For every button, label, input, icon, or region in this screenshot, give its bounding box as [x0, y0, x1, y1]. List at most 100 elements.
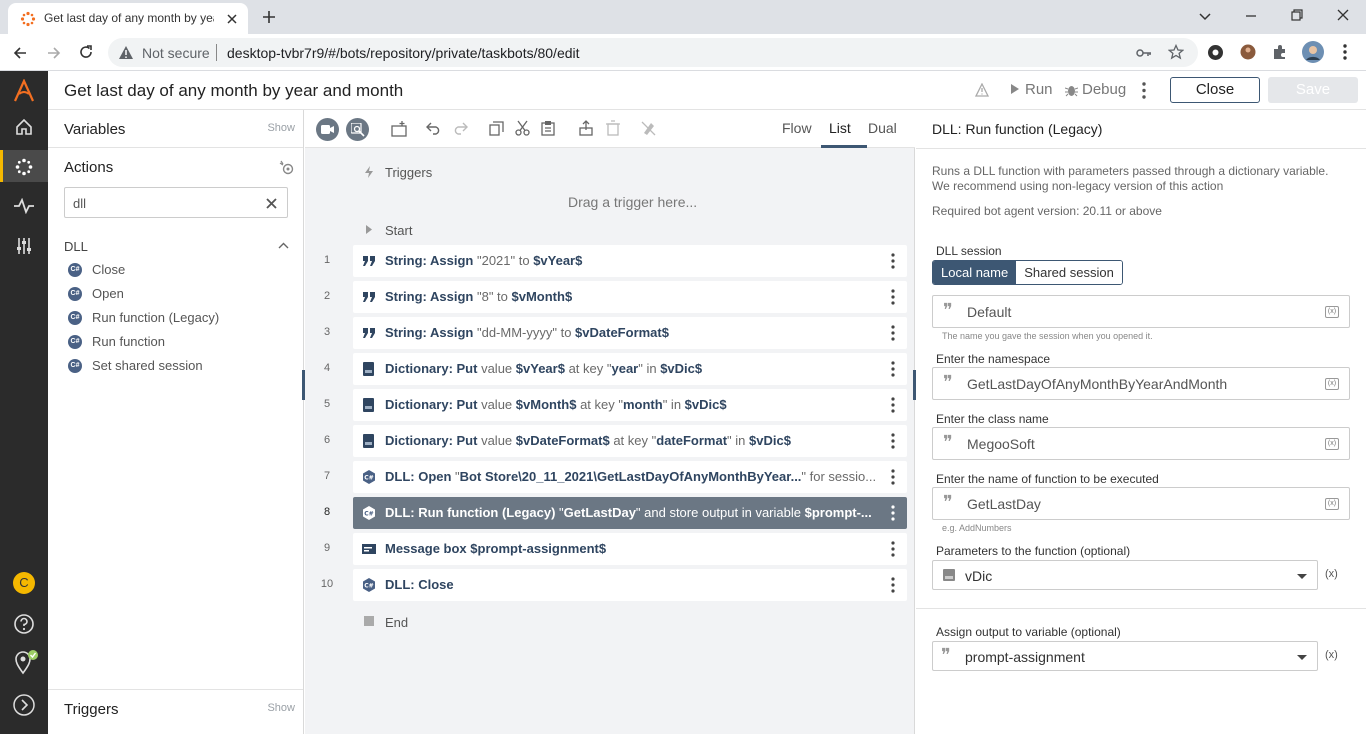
- extensions-puzzle-icon[interactable]: [1272, 44, 1288, 60]
- save-button[interactable]: Save: [1268, 77, 1358, 103]
- step-row[interactable]: 9 Message box $prompt-assignment$: [324, 533, 907, 565]
- variables-section-header[interactable]: Variables Show: [48, 110, 303, 148]
- extension-circle-icon[interactable]: [1207, 44, 1224, 61]
- step-text-plain: at key ": [609, 433, 657, 448]
- reload-icon[interactable]: [78, 44, 94, 60]
- delete-icon[interactable]: [606, 120, 620, 136]
- new-tab-icon[interactable]: [262, 10, 276, 24]
- step-number: 8: [323, 506, 331, 518]
- forward-icon[interactable]: [46, 45, 62, 61]
- cut-icon[interactable]: [515, 120, 530, 136]
- activity-icon[interactable]: [13, 198, 35, 214]
- record-button[interactable]: [316, 118, 339, 141]
- window-close-icon[interactable]: [1336, 8, 1350, 22]
- output-variable-select[interactable]: ❞ prompt-assignment: [932, 641, 1318, 671]
- expand-nav-icon[interactable]: [12, 693, 36, 717]
- step-number: 5: [323, 398, 331, 410]
- restore-icon[interactable]: [1290, 8, 1304, 22]
- dll-group-header[interactable]: DLL: [48, 236, 303, 256]
- key-icon[interactable]: [1136, 46, 1152, 60]
- location-check-icon[interactable]: [12, 649, 40, 675]
- step-menu-icon[interactable]: [891, 324, 895, 342]
- bots-icon[interactable]: [15, 158, 33, 176]
- step-row[interactable]: 5 Dictionary: Put value $vMonth$ at key "…: [324, 389, 907, 421]
- step-row[interactable]: 10 C# DLL: Close: [321, 569, 907, 601]
- step-menu-icon[interactable]: [891, 540, 895, 558]
- step-row[interactable]: 4 Dictionary: Put value $vYear$ at key "y…: [324, 353, 907, 385]
- warning-triangle-icon[interactable]: [975, 83, 989, 97]
- admin-sliders-icon[interactable]: [16, 237, 32, 255]
- step-row[interactable]: 1 String: Assign "2021" to $vYear$: [324, 245, 907, 277]
- parameters-select[interactable]: vDic: [932, 560, 1318, 590]
- svg-text:C#: C#: [364, 583, 373, 590]
- copy-icon[interactable]: [489, 121, 504, 136]
- close-button[interactable]: Close: [1170, 77, 1260, 103]
- more-options-icon[interactable]: [1142, 82, 1146, 99]
- browser-menu-icon[interactable]: [1343, 44, 1347, 60]
- tab-close-icon[interactable]: [226, 13, 238, 25]
- insert-variable-icon[interactable]: (x): [1325, 438, 1339, 450]
- dictionary-icon: [943, 569, 955, 581]
- local-name-option[interactable]: Local name: [933, 261, 1017, 284]
- variables-show-link[interactable]: Show: [267, 122, 295, 134]
- session-name-field[interactable]: ❞ Default (x): [932, 295, 1350, 328]
- url-text[interactable]: desktop-tvbr7r9/#/bots/repository/privat…: [227, 45, 580, 61]
- drag-trigger-placeholder[interactable]: Drag a trigger here...: [568, 194, 697, 210]
- back-icon[interactable]: [12, 45, 28, 61]
- warning-icon[interactable]: [118, 45, 134, 60]
- step-menu-icon[interactable]: [891, 576, 895, 594]
- tab-list[interactable]: List: [829, 120, 851, 136]
- chevron-down-icon[interactable]: [1198, 9, 1212, 23]
- insert-variable-button[interactable]: (x): [1325, 568, 1338, 580]
- step-row[interactable]: 6 Dictionary: Put value $vDateFormat$ at …: [324, 425, 907, 457]
- insert-variable-icon[interactable]: (x): [1325, 378, 1339, 390]
- step-row[interactable]: 3 String: Assign "dd-MM-yyyy" to $vDateFo…: [324, 317, 907, 349]
- debug-button[interactable]: Debug: [1065, 81, 1129, 101]
- triggers-section-header[interactable]: Triggers Show: [48, 689, 303, 734]
- divider: [916, 608, 1366, 609]
- bookmark-star-icon[interactable]: [1168, 44, 1184, 60]
- insert-variable-icon[interactable]: (x): [1325, 498, 1339, 510]
- profile-avatar-icon[interactable]: [1302, 41, 1324, 63]
- tab-flow[interactable]: Flow: [782, 120, 812, 136]
- step-row[interactable]: 2 String: Assign "8" to $vMonth$: [324, 281, 907, 313]
- move-up-icon[interactable]: [579, 120, 593, 136]
- dictionary-icon: [362, 362, 376, 376]
- step-row[interactable]: 7 C# DLL: Open "Bot Store\20_11_2021\GetLa…: [324, 461, 907, 493]
- step-menu-icon[interactable]: [891, 468, 895, 486]
- triggers-show-link[interactable]: Show: [267, 702, 295, 714]
- insert-variable-button[interactable]: (x): [1325, 649, 1338, 661]
- step-menu-icon[interactable]: [891, 252, 895, 270]
- step-menu-icon[interactable]: [891, 504, 895, 522]
- extension-avatar-icon[interactable]: [1240, 44, 1256, 60]
- preview-button[interactable]: [346, 118, 369, 141]
- step-row[interactable]: 8 C# DLL: Run function (Legacy) "GetLastDa…: [324, 497, 907, 529]
- step-menu-icon[interactable]: [891, 432, 895, 450]
- namespace-field[interactable]: ❞ GetLastDayOfAnyMonthByYearAndMonth (x): [932, 367, 1350, 400]
- browser-tab[interactable]: Get last day of any month by year and mo…: [8, 3, 248, 34]
- clear-search-icon[interactable]: [266, 198, 277, 209]
- actions-search-input[interactable]: dll: [64, 187, 288, 218]
- home-icon[interactable]: [15, 118, 33, 136]
- insert-step-icon[interactable]: [391, 120, 409, 137]
- tab-dual[interactable]: Dual: [868, 120, 897, 136]
- paste-icon[interactable]: [541, 120, 555, 136]
- redo-icon[interactable]: [452, 121, 468, 135]
- step-menu-icon[interactable]: [891, 288, 895, 306]
- chevron-up-icon[interactable]: [278, 242, 289, 249]
- step-menu-icon[interactable]: [891, 396, 895, 414]
- app-logo-icon[interactable]: [13, 79, 35, 103]
- function-name-field[interactable]: ❞ GetLastDay (x): [932, 487, 1350, 520]
- actions-settings-icon[interactable]: [279, 160, 295, 176]
- help-icon[interactable]: [13, 613, 35, 635]
- class-name-field[interactable]: ❞ MegooSoft (x): [932, 427, 1350, 460]
- shared-session-option[interactable]: Shared session: [1016, 261, 1122, 284]
- user-avatar[interactable]: C: [13, 572, 35, 594]
- step-menu-icon[interactable]: [891, 360, 895, 378]
- undo-icon[interactable]: [426, 121, 442, 135]
- disable-step-icon[interactable]: [641, 121, 656, 136]
- minimize-icon[interactable]: [1244, 9, 1258, 23]
- insert-variable-icon[interactable]: (x): [1325, 306, 1339, 318]
- omnibox[interactable]: Not secure desktop-tvbr7r9/#/bots/reposi…: [108, 38, 1198, 67]
- required-version: Required bot agent version: 20.11 or abo…: [932, 204, 1162, 218]
